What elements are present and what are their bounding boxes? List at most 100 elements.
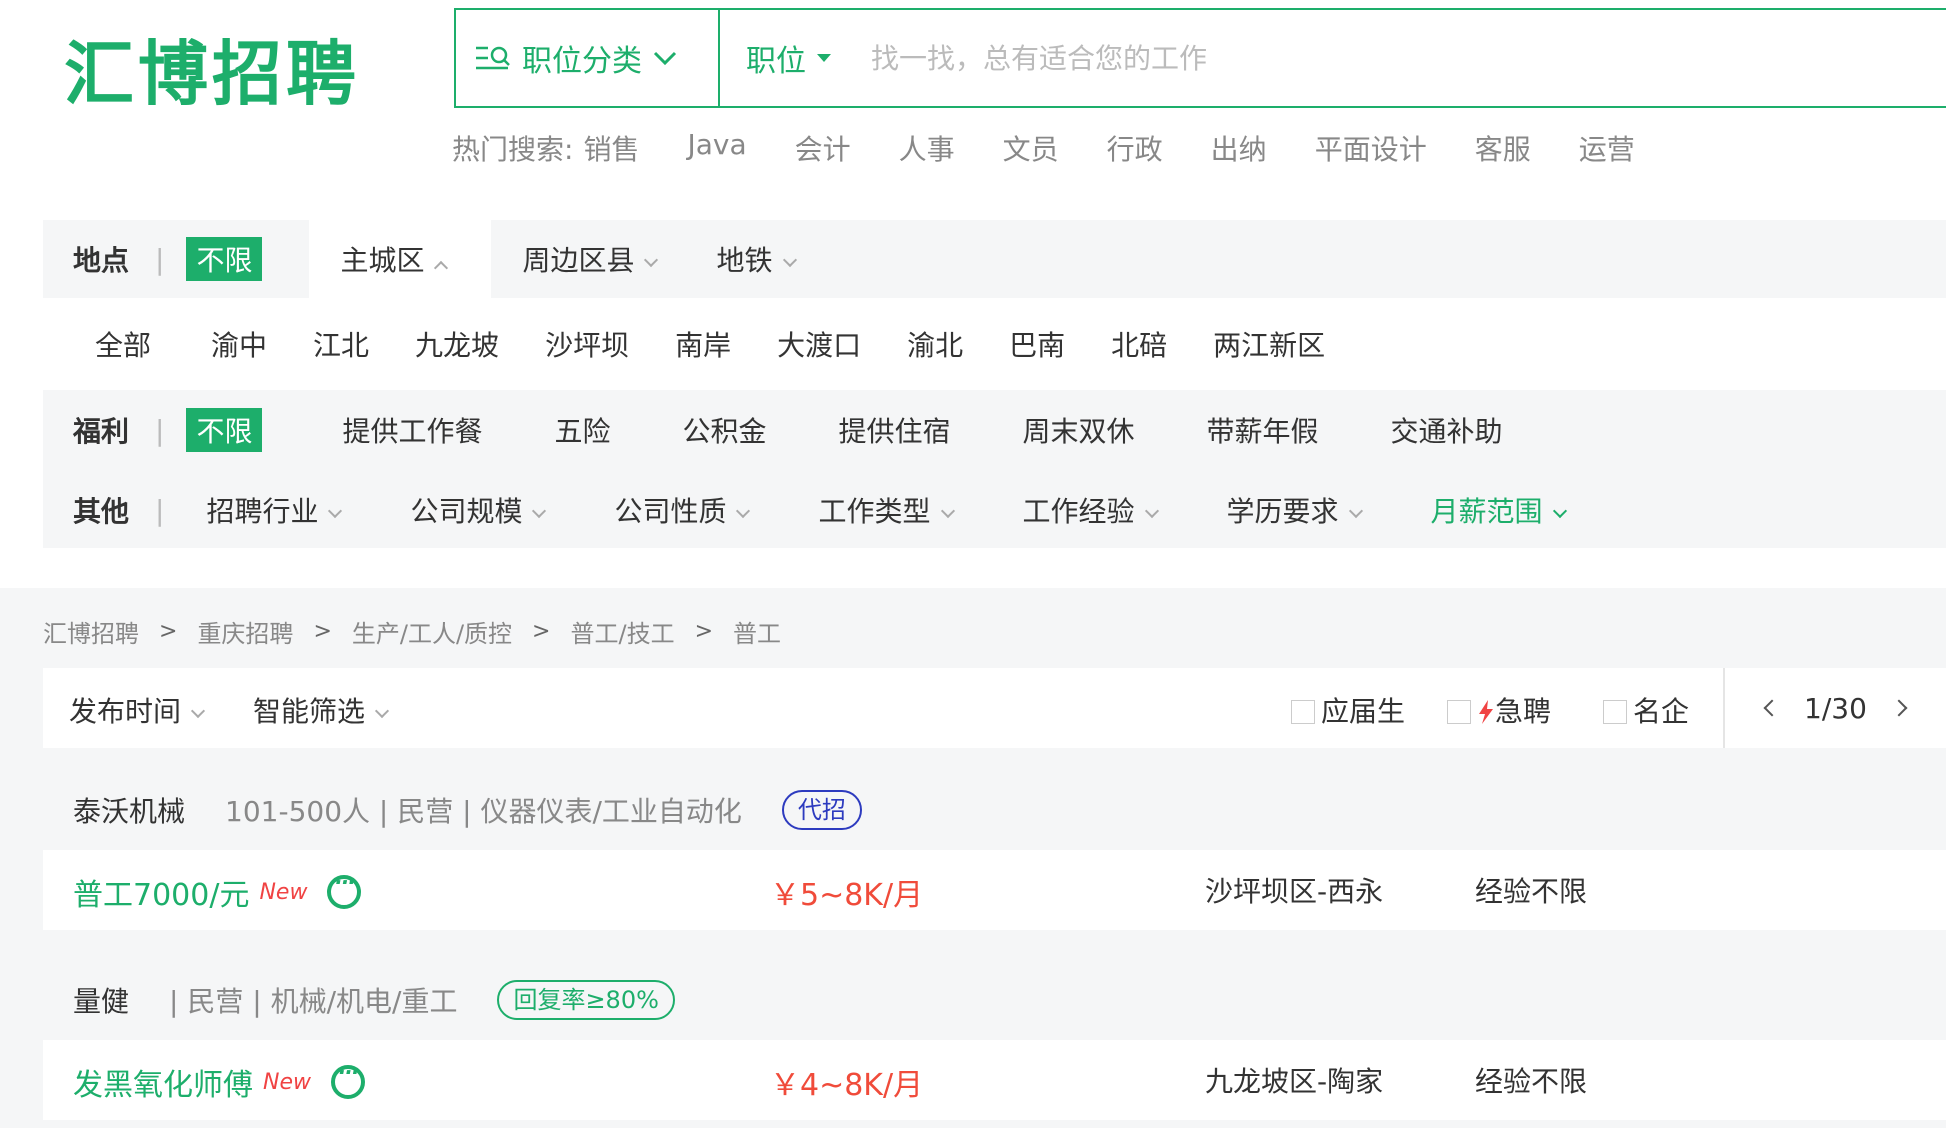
filter-company-type[interactable]: 公司性质: [614, 490, 751, 530]
hot-search-item[interactable]: 会计: [795, 128, 851, 168]
filter-industry[interactable]: 招聘行业: [206, 490, 343, 530]
job-location: 沙坪坝区-西永: [1205, 875, 1384, 908]
district-item[interactable]: 江北: [313, 324, 369, 364]
urgent-checkbox[interactable]: 急聘: [1447, 690, 1551, 730]
breadcrumb: 汇博招聘 > 重庆招聘 > 生产/工人/质控 > 普工/技工 > 普工: [43, 614, 781, 649]
welfare-item[interactable]: 提供工作餐: [342, 410, 482, 450]
sort-label: 智能筛选: [253, 695, 366, 728]
district-item[interactable]: 北碚: [1111, 324, 1167, 364]
chevron-down-icon: [1348, 503, 1363, 519]
filter-education[interactable]: 学历要求: [1227, 490, 1363, 530]
job-title[interactable]: 普工7000/元 New: [73, 870, 362, 914]
company-meta: | 民营 | 机械/机电/重工: [169, 985, 458, 1018]
welfare-item[interactable]: 提供住宿: [839, 410, 951, 450]
other-filter-row: 其他 | 招聘行业 公司规模 公司性质 工作类型 工作经验 学历要求 月薪范围: [43, 470, 1567, 550]
famous-company-checkbox[interactable]: 名企: [1603, 690, 1689, 730]
reply-rate-badge: 回复率≥80%: [497, 980, 675, 1020]
job-category-label: 职位分类: [522, 44, 642, 79]
filter-experience[interactable]: 工作经验: [1023, 490, 1159, 530]
hot-search-item[interactable]: 运营: [1579, 128, 1635, 168]
breadcrumb-item[interactable]: 普工/技工: [570, 614, 674, 649]
filter-label: 招聘行业: [206, 495, 319, 528]
checkbox-icon: [1291, 700, 1315, 724]
caret-down-icon: [817, 54, 831, 62]
hot-search-item[interactable]: 平面设计: [1315, 128, 1427, 168]
district-item[interactable]: 两江新区: [1213, 324, 1325, 364]
job-title-text: 发黑氧化师傅: [73, 1068, 253, 1103]
hot-search-item[interactable]: 销售: [583, 128, 639, 168]
category-list-icon: [476, 46, 510, 70]
tab-label: 主城区: [340, 244, 425, 277]
company-name[interactable]: 量健: [73, 980, 129, 1020]
hot-search-label: 热门搜索:: [452, 133, 574, 166]
chevron-down-icon: [644, 252, 659, 268]
checkbox-label: 急聘: [1495, 695, 1552, 728]
prev-page-icon[interactable]: [1763, 699, 1781, 717]
chevron-down-icon: [1144, 503, 1159, 519]
search-field-select[interactable]: 职位: [746, 10, 832, 106]
job-category-button[interactable]: 职位分类: [456, 10, 720, 106]
welfare-item[interactable]: 带薪年假: [1207, 410, 1319, 450]
welfare-filter-row: 福利 | 不限 提供工作餐 五险 公积金 提供住宿 周末双休 带薪年假 交通补助: [43, 390, 1503, 470]
site-logo[interactable]: 汇博招聘: [64, 32, 360, 116]
tab-main-city[interactable]: 主城区: [340, 239, 449, 279]
district-item[interactable]: 沙坪坝: [545, 324, 629, 364]
welfare-item[interactable]: 交通补助: [1391, 410, 1503, 450]
fresh-grad-checkbox[interactable]: 应届生: [1291, 690, 1405, 730]
filter-panel: 地点 | 不限 主城区 周边区县 地铁 全部 渝中 江北 九龙坡 沙坪坝 南岸 …: [43, 220, 1946, 548]
district-item[interactable]: 九龙坡: [415, 324, 499, 364]
tab-surrounding-counties[interactable]: 周边区县: [522, 239, 659, 279]
district-item[interactable]: 大渡口: [777, 324, 861, 364]
location-unlimited[interactable]: 不限: [186, 237, 263, 281]
job-row[interactable]: 普工7000/元 New ￥5~8K/月 沙坪坝区-西永 经验不限: [43, 850, 1946, 930]
district-item[interactable]: 渝中: [211, 324, 267, 364]
district-list: 全部 渝中 江北 九龙坡 沙坪坝 南岸 大渡口 渝北 巴南 北碚 两江新区: [43, 298, 1946, 390]
welfare-item[interactable]: 五险: [554, 410, 610, 450]
job-title[interactable]: 发黑氧化师傅 New: [73, 1060, 365, 1104]
hot-search-item[interactable]: Java: [687, 128, 746, 168]
hot-search-item[interactable]: 客服: [1475, 128, 1531, 168]
tab-label: 地铁: [716, 244, 773, 277]
filter-company-size[interactable]: 公司规模: [410, 490, 547, 530]
chevron-right-icon: >: [159, 619, 178, 644]
welfare-key: 福利: [73, 415, 130, 448]
district-item[interactable]: 全部: [95, 324, 151, 364]
breadcrumb-item[interactable]: 普工: [733, 614, 781, 649]
sort-label: 发布时间: [69, 695, 182, 728]
search-input[interactable]: [871, 32, 1671, 84]
hot-search-item[interactable]: 出纳: [1211, 128, 1267, 168]
company-name[interactable]: 泰沃机械: [73, 790, 185, 830]
tab-metro[interactable]: 地铁: [716, 239, 797, 279]
district-item[interactable]: 南岸: [675, 324, 731, 364]
hot-search-item[interactable]: 人事: [899, 128, 955, 168]
next-page-icon[interactable]: [1890, 699, 1908, 717]
breadcrumb-item[interactable]: 重庆招聘: [197, 614, 293, 649]
new-badge: New: [263, 1069, 311, 1095]
filter-job-type[interactable]: 工作类型: [818, 490, 955, 530]
welfare-unlimited[interactable]: 不限: [186, 408, 263, 452]
breadcrumb-item[interactable]: 生产/工人/质控: [352, 614, 512, 649]
other-key: 其他: [73, 495, 130, 528]
page-indicator: 1/30: [1804, 691, 1867, 725]
chat-icon[interactable]: [331, 1060, 365, 1099]
breadcrumb-item[interactable]: 汇博招聘: [43, 614, 139, 649]
district-item[interactable]: 巴南: [1009, 324, 1065, 364]
filter-label: 公司规模: [410, 495, 523, 528]
chat-icon[interactable]: [327, 870, 362, 909]
filter-salary-range[interactable]: 月薪范围: [1430, 490, 1567, 530]
search-field-label: 职位: [746, 44, 806, 79]
chevron-right-icon: >: [694, 619, 714, 644]
welfare-item[interactable]: 周末双休: [1023, 410, 1135, 450]
hot-search-item[interactable]: 行政: [1107, 128, 1163, 168]
chevron-down-icon: [782, 252, 797, 268]
district-item[interactable]: 渝北: [907, 324, 963, 364]
welfare-item[interactable]: 公积金: [682, 410, 766, 450]
chevron-up-icon: [434, 260, 449, 276]
job-location: 九龙坡区-陶家: [1205, 1065, 1384, 1098]
divider: |: [155, 413, 165, 447]
sort-publish-time[interactable]: 发布时间: [69, 690, 206, 730]
hot-search-item[interactable]: 文员: [1003, 128, 1059, 168]
sort-smart-filter[interactable]: 智能筛选: [253, 690, 390, 730]
job-row[interactable]: 发黑氧化师傅 New ￥4~8K/月 九龙坡区-陶家 经验不限: [43, 1040, 1946, 1120]
filter-label: 月薪范围: [1430, 495, 1543, 528]
